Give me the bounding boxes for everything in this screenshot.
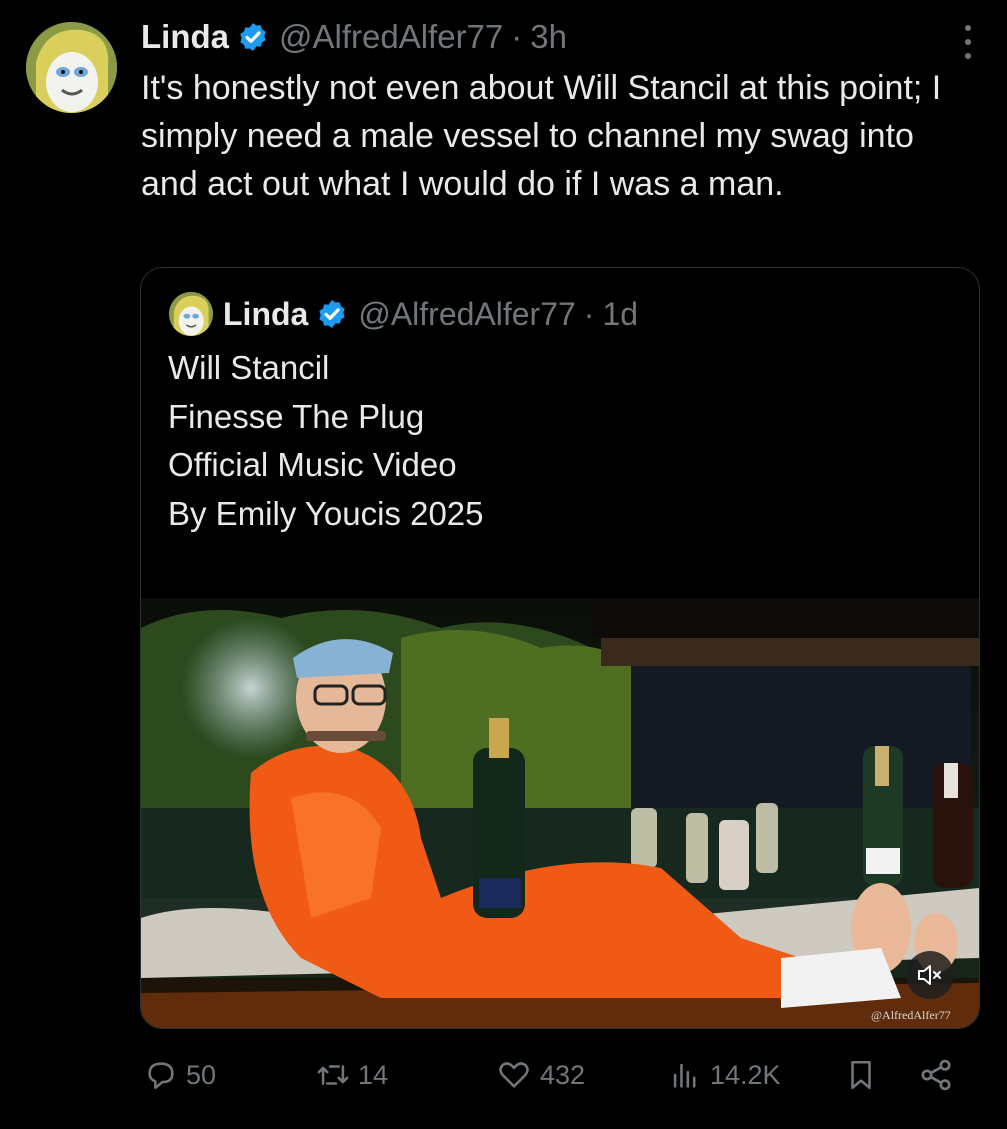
reply-icon bbox=[148, 1062, 174, 1090]
post-header: Linda @AlfredAlfer77 · 3h bbox=[141, 16, 567, 58]
repost-icon bbox=[317, 1065, 349, 1085]
repost-button[interactable]: 14 bbox=[316, 1050, 388, 1100]
quoted-post-text: Will Stancil Finesse The Plug Official M… bbox=[168, 344, 484, 538]
more-options-icon[interactable] bbox=[963, 25, 973, 59]
quoted-text-line: Official Music Video bbox=[168, 446, 457, 483]
quoted-text-line: Finesse The Plug bbox=[168, 397, 425, 435]
share-button[interactable] bbox=[918, 1050, 954, 1100]
author-name[interactable]: Linda bbox=[141, 18, 229, 56]
volume-muted-icon[interactable] bbox=[906, 951, 954, 999]
heart-icon bbox=[499, 1062, 529, 1088]
quoted-post[interactable]: Linda @AlfredAlfer77 · 1d Will Stancil F… bbox=[140, 267, 980, 1029]
avatar-cartoon-icon bbox=[26, 22, 117, 113]
quoted-author-name[interactable]: Linda bbox=[223, 296, 308, 333]
video-player[interactable]: @AlfredAlfer77 bbox=[141, 598, 979, 1028]
like-button[interactable]: 432 bbox=[496, 1050, 585, 1100]
reply-count: 50 bbox=[186, 1059, 217, 1090]
quoted-author-handle[interactable]: @AlfredAlfer77 bbox=[358, 296, 575, 333]
quoted-post-header: Linda @AlfredAlfer77 · 1d bbox=[223, 292, 638, 336]
repost-count: 14 bbox=[358, 1059, 389, 1090]
views-button[interactable]: 14.2K bbox=[668, 1050, 781, 1100]
post-time[interactable]: 3h bbox=[530, 18, 567, 56]
verified-badge-icon bbox=[319, 300, 345, 328]
separator: · bbox=[583, 295, 595, 332]
bookmark-button[interactable] bbox=[844, 1050, 878, 1100]
post-text: It's honestly not even about Will Stanci… bbox=[141, 69, 951, 203]
quoted-text-line: Will Stancil bbox=[168, 349, 330, 386]
video-watermark: @AlfredAlfer77 bbox=[871, 1008, 951, 1022]
separator: · bbox=[511, 18, 523, 55]
quoted-post-time[interactable]: 1d bbox=[602, 296, 638, 333]
video-frame bbox=[141, 598, 979, 1028]
avatar-cartoon-icon bbox=[169, 292, 213, 336]
views-count: 14.2K bbox=[710, 1059, 781, 1090]
share-icon bbox=[921, 1059, 951, 1091]
reply-button[interactable]: 50 bbox=[144, 1050, 216, 1100]
quoted-author-avatar[interactable] bbox=[169, 292, 213, 336]
post-actions-bar: 50 14 432 14.2K bbox=[140, 1050, 970, 1100]
quoted-text-line: By Emily Youcis 2025 bbox=[168, 494, 484, 532]
author-avatar[interactable] bbox=[26, 22, 117, 113]
like-count: 432 bbox=[540, 1059, 586, 1090]
author-handle[interactable]: @AlfredAlfer77 bbox=[279, 18, 503, 56]
views-icon bbox=[673, 1063, 696, 1088]
bookmark-icon bbox=[851, 1060, 871, 1090]
verified-badge-icon bbox=[240, 23, 266, 51]
